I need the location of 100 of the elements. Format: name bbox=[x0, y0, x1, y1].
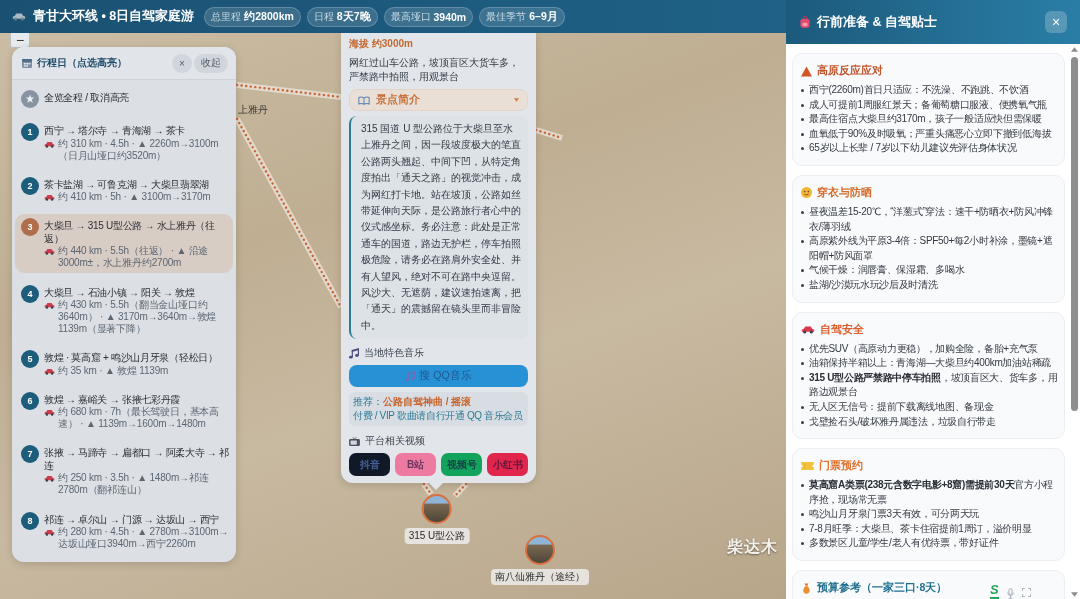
bullet-icon bbox=[801, 240, 804, 244]
tip-text: 莫高窟A类票(238元含数字电影+8窟)需提前30天官方小程序抢，现场常无票 bbox=[809, 478, 1055, 507]
altitude-text: 海拔 约3000m bbox=[349, 37, 414, 51]
page-title: 青甘大环线 • 8日自驾家庭游 bbox=[33, 8, 195, 25]
day-item[interactable]: 8 祁连 → 卓尔山 → 门源 → 达坂山 → 西宁 约 280 km · 4.5h · ▲ 2780m→3100m→达坂山垭口3940m→西宁2260m bbox=[15, 507, 233, 554]
route-line bbox=[534, 127, 564, 141]
day-number: 6 bbox=[21, 391, 39, 410]
scroll-down-icon[interactable] bbox=[1070, 592, 1078, 597]
bullet-icon bbox=[801, 420, 804, 424]
section-heading: 平台相关视频 bbox=[365, 434, 425, 449]
bullet-icon bbox=[801, 89, 804, 92]
tip-text: 成人可提前1周服红景天；备葡萄糖口服液、便携氧气瓶 bbox=[809, 97, 1048, 112]
tip-text: 戈壁捡石头/破坏雅丹属违法，垃圾自行带走 bbox=[809, 414, 996, 429]
day-title: 大柴旦 → 315 U型公路 → 水上雅丹（往返） bbox=[44, 219, 216, 246]
tip-text: 油箱保持半箱以上：青海湖—大柴旦约400km加油站稀疏 bbox=[809, 356, 1051, 371]
collapse-button[interactable]: 收起 bbox=[194, 53, 228, 73]
tv-icon bbox=[349, 436, 360, 446]
day-meta: 约 430 km · 5.5h（翻当金山垭口约3640m） · ▲ 3170m→3640m→敦煌1139m（显著下降） bbox=[58, 299, 218, 335]
bullet-icon bbox=[801, 376, 804, 380]
scrollbar-thumb[interactable] bbox=[1070, 57, 1078, 411]
tip-text: 7-8月旺季：大柴旦、茶卡住宿提前1周订，溢价明显 bbox=[809, 521, 1032, 536]
day-meta: 约 35 km · ▲ 敦煌 1139m bbox=[58, 364, 169, 377]
car-icon bbox=[44, 248, 55, 256]
tip-text: 昼夜温差15-20℃，“洋葱式”穿法：速干+防晒衣+防风冲锋衣/薄羽绒 bbox=[809, 204, 1054, 234]
card-title: 预算参考（一家三口·8天） bbox=[817, 581, 948, 596]
day-number: 2 bbox=[21, 176, 39, 195]
day-title: 西宁 → 塔尔寺 → 青海湖 → 茶卡 bbox=[44, 124, 186, 138]
caret-icon bbox=[514, 98, 519, 102]
backpack-icon bbox=[800, 16, 810, 28]
car-icon bbox=[44, 194, 55, 202]
day-item[interactable]: 1 西宁 → 塔尔寺 → 青海湖 → 茶卡 约 310 km · 4.5h · ▲ 2260m→3100m（日月山垭口约3520m） bbox=[15, 119, 233, 166]
car-icon bbox=[44, 140, 55, 148]
warning-triangle-icon bbox=[801, 65, 812, 77]
route-line bbox=[452, 481, 469, 499]
bullet-icon bbox=[801, 118, 804, 122]
panel-title: 行程日（点选高亮） bbox=[37, 56, 127, 70]
overview-item[interactable]: 全览全程 / 取消高亮 bbox=[15, 86, 233, 112]
day-meta: 约 280 km · 4.5h · ▲ 2780m→3100m→达坂山垭口3940m→西宁2260m bbox=[58, 526, 230, 550]
car-icon bbox=[44, 475, 55, 483]
day-number: 3 bbox=[21, 218, 39, 237]
day-title: 大柴旦 → 石油小镇 → 阳关 → 敦煌 bbox=[44, 285, 196, 299]
ticket-icon bbox=[801, 462, 814, 471]
bullet-icon bbox=[801, 347, 804, 351]
bullet-icon bbox=[801, 513, 804, 517]
day-title: 茶卡盐湖 → 可鲁克湖 → 大柴旦翡翠湖 bbox=[44, 177, 211, 192]
car-icon bbox=[12, 12, 26, 21]
calendar-icon bbox=[22, 58, 32, 68]
expand-icon[interactable] bbox=[1021, 588, 1031, 597]
day-number: 4 bbox=[21, 284, 39, 303]
tip-text: 西宁(2260m)首日只适应：不洗澡、不跑跳、不饮酒 bbox=[809, 83, 1029, 97]
day-item[interactable]: 4 大柴旦 → 石油小镇 → 阳关 → 敦煌 约 430 km · 5.5h（翻当金山垭口约3640m） · ▲ 3170m→3640m→敦煌1139m（显著下降） bbox=[15, 280, 233, 339]
car-icon bbox=[44, 529, 55, 536]
tip-text: 多数景区儿童/学生/老人有优待票，带好证件 bbox=[809, 536, 999, 551]
music-note-icon bbox=[349, 347, 359, 359]
tip-text: 315 U型公路严禁路中停车拍照，坡顶盲区大、货车多，用路边观景台 bbox=[809, 370, 1059, 400]
car-icon bbox=[801, 325, 815, 335]
car-icon bbox=[44, 302, 55, 309]
card-title: 门票预约 bbox=[819, 459, 863, 474]
day-meta: 约 410 km · 5h · ▲ 3100m→3170m bbox=[58, 191, 211, 204]
bullet-icon bbox=[801, 527, 804, 531]
day-number: 1 bbox=[21, 123, 39, 142]
day-meta: 约 310 km · 4.5h · ▲ 2260m→3100m（日月山垭口约3520m） bbox=[58, 137, 220, 162]
tip-text: 盐湖/沙漠玩水玩沙后及时清洗 bbox=[809, 277, 938, 292]
face-icon bbox=[801, 187, 812, 199]
day-item[interactable]: 3 大柴旦 → 315 U型公路 → 水上雅丹（往返） 约 440 km · 5.5h（往返） · ▲ 沿途3000m±，水上雅丹约2700m bbox=[15, 214, 233, 274]
card-title: 穿衣与防晒 bbox=[817, 185, 872, 200]
day-number: 8 bbox=[21, 511, 39, 530]
day-meta: 约 680 km · 7h（最长驾驶日，基本高速） · ▲ 1139m→1600m→1480m bbox=[58, 406, 220, 431]
tip-text: 气候干燥：润唇膏、保湿霜、多喝水 bbox=[809, 263, 965, 278]
tip-text: 最高住宿点大柴旦约3170m，孩子一般适应快但需保暖 bbox=[809, 112, 1042, 127]
note-text: 付费 / VIP 歌曲请自行开通 QQ 音乐会员 bbox=[353, 409, 524, 424]
day-item[interactable]: 2 茶卡盐湖 → 可鲁克湖 → 大柴旦翡翠湖 约 410 km · 5h · ▲ 3100m→3170m bbox=[15, 172, 233, 208]
day-item[interactable]: 5 敦煌 · 莫高窟 + 鸣沙山月牙泉（轻松日） 约 35 km · ▲ 敦煌 1139m bbox=[15, 346, 233, 381]
day-number: 7 bbox=[21, 445, 39, 464]
tip-text: 血氧低于90%及时吸氧；严重头痛恶心立即下撤到低海拔 bbox=[809, 126, 1052, 141]
microphone-icon[interactable] bbox=[1006, 588, 1014, 599]
bullet-icon bbox=[801, 405, 804, 409]
stat-pill: 日程 8天7晚 bbox=[306, 6, 378, 27]
day-item[interactable]: 7 张掖 → 马蹄寺 → 扁都口 → 阿柔大寺 → 祁连 约 250 km · 3.5h · ▲ 1480m→祁连2780m（翻祁连山） bbox=[15, 441, 233, 501]
zoom-out-button[interactable]: − bbox=[10, 33, 30, 48]
stat-pill: 最高垭口 3940m bbox=[383, 6, 474, 27]
day-title: 敦煌 → 嘉峪关 → 张掖七彩丹霞 bbox=[44, 392, 181, 406]
section-heading: 当地特色音乐 bbox=[364, 346, 424, 361]
overview-label: 全览全程 / 取消高亮 bbox=[44, 91, 130, 105]
place-label: 柴达木 bbox=[727, 537, 778, 557]
scroll-up-icon[interactable] bbox=[1070, 47, 1078, 52]
card-title: 高原反应应对 bbox=[817, 64, 883, 78]
recommendation-text: 推荐：公路自驾神曲 / 摇滚 bbox=[353, 395, 473, 410]
tip-text: 鸣沙山月牙泉门票3天有效，可分两天玩 bbox=[809, 507, 980, 522]
marker-label: 315 U型公路 bbox=[404, 528, 470, 544]
marker-label: 南八仙雅丹（途经） bbox=[491, 569, 589, 585]
music-note-icon bbox=[405, 370, 416, 382]
bullet-icon bbox=[801, 283, 804, 287]
day-title: 敦煌 · 莫高窟 + 鸣沙山月牙泉（轻松日） bbox=[44, 351, 219, 365]
bullet-icon bbox=[801, 147, 804, 151]
day-item[interactable]: 6 敦煌 → 嘉峪关 → 张掖七彩丹霞 约 680 km · 7h（最长驾驶日，基本高速） · ▲ 1139m→1600m→1480m bbox=[15, 387, 233, 435]
day-meta: 约 250 km · 3.5h · ▲ 1480m→祁连2780m（翻祁连山） bbox=[58, 472, 210, 497]
tip-text: 优先SUV（高原动力更稳），加购全险，备胎+充气泵 bbox=[809, 341, 1038, 356]
bullet-icon bbox=[801, 362, 804, 366]
close-button[interactable]: × bbox=[172, 53, 192, 73]
